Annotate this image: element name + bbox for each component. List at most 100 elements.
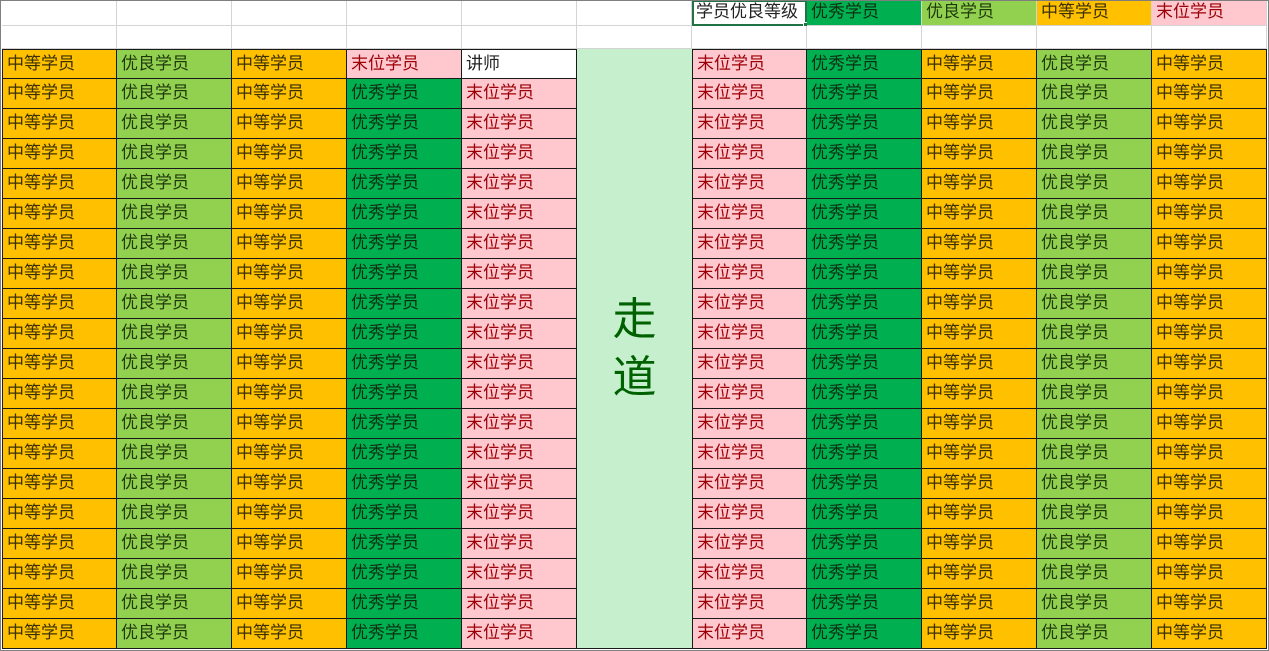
empty-cell[interactable] [577,0,692,26]
teacher-cell[interactable]: 讲师 [462,49,577,79]
student-cell[interactable]: 优良学员 [1037,319,1152,349]
empty-cell[interactable] [2,26,117,49]
student-cell[interactable]: 末位学员 [347,49,462,79]
student-cell[interactable]: 中等学员 [232,559,347,589]
student-cell[interactable]: 优良学员 [117,139,232,169]
student-cell[interactable]: 中等学员 [1152,349,1267,379]
student-cell[interactable]: 优良学员 [117,379,232,409]
student-cell[interactable]: 中等学员 [232,79,347,109]
student-cell[interactable]: 优良学员 [117,109,232,139]
empty-cell[interactable] [922,26,1037,49]
student-cell[interactable]: 优良学员 [1037,589,1152,619]
student-cell[interactable]: 末位学员 [462,79,577,109]
student-cell[interactable]: 末位学员 [462,529,577,559]
student-cell[interactable]: 中等学员 [2,259,117,289]
student-cell[interactable]: 中等学员 [922,289,1037,319]
student-cell[interactable]: 中等学员 [2,349,117,379]
student-cell[interactable]: 末位学员 [692,529,807,559]
student-cell[interactable]: 中等学员 [2,109,117,139]
student-cell[interactable]: 中等学员 [2,499,117,529]
student-cell[interactable]: 末位学员 [692,499,807,529]
student-cell[interactable]: 优良学员 [117,469,232,499]
student-cell[interactable]: 中等学员 [2,379,117,409]
student-cell[interactable]: 中等学员 [2,619,117,649]
student-cell[interactable]: 优良学员 [1037,229,1152,259]
student-cell[interactable]: 中等学员 [922,349,1037,379]
student-cell[interactable]: 中等学员 [232,379,347,409]
student-cell[interactable]: 中等学员 [2,559,117,589]
student-cell[interactable]: 中等学员 [2,319,117,349]
student-cell[interactable]: 末位学员 [462,319,577,349]
student-cell[interactable]: 中等学员 [922,199,1037,229]
student-cell[interactable]: 中等学员 [922,619,1037,649]
student-cell[interactable]: 优良学员 [1037,109,1152,139]
student-cell[interactable]: 中等学员 [1152,49,1267,79]
student-cell[interactable]: 中等学员 [232,199,347,229]
legend-excellent-cell[interactable]: 优秀学员 [807,0,922,26]
student-cell[interactable]: 优良学员 [117,199,232,229]
student-cell[interactable]: 优良学员 [1037,439,1152,469]
student-cell[interactable]: 优秀学员 [347,499,462,529]
student-cell[interactable]: 末位学员 [692,199,807,229]
student-cell[interactable]: 中等学员 [232,349,347,379]
student-cell[interactable]: 优良学员 [1037,259,1152,289]
student-cell[interactable]: 末位学员 [692,559,807,589]
student-cell[interactable]: 中等学员 [1152,499,1267,529]
student-cell[interactable]: 中等学员 [2,529,117,559]
student-cell[interactable]: 中等学员 [922,259,1037,289]
student-cell[interactable]: 末位学员 [462,109,577,139]
student-cell[interactable]: 优良学员 [117,559,232,589]
student-cell[interactable]: 末位学员 [692,169,807,199]
student-cell[interactable]: 中等学员 [922,49,1037,79]
student-cell[interactable]: 末位学员 [692,439,807,469]
student-cell[interactable]: 优良学员 [117,619,232,649]
student-cell[interactable]: 优良学员 [117,229,232,259]
student-cell[interactable]: 中等学员 [2,469,117,499]
student-cell[interactable]: 末位学员 [692,289,807,319]
student-cell[interactable]: 中等学员 [922,529,1037,559]
student-cell[interactable]: 中等学员 [1152,289,1267,319]
student-cell[interactable]: 末位学员 [462,169,577,199]
student-cell[interactable]: 末位学员 [692,469,807,499]
student-cell[interactable]: 中等学员 [1152,199,1267,229]
student-cell[interactable]: 末位学员 [692,349,807,379]
student-cell[interactable]: 中等学员 [2,79,117,109]
student-cell[interactable]: 优秀学员 [807,559,922,589]
student-cell[interactable]: 中等学员 [922,559,1037,589]
student-cell[interactable]: 优秀学员 [347,349,462,379]
empty-cell[interactable] [2,0,117,26]
student-cell[interactable]: 优秀学员 [807,469,922,499]
student-cell[interactable]: 中等学员 [1152,79,1267,109]
student-cell[interactable]: 优秀学员 [807,619,922,649]
student-cell[interactable]: 优良学员 [117,49,232,79]
student-cell[interactable]: 优良学员 [1037,169,1152,199]
student-cell[interactable]: 优秀学员 [807,49,922,79]
legend-header-cell[interactable]: 学员优良等级 [692,0,807,26]
student-cell[interactable]: 优秀学员 [347,379,462,409]
student-cell[interactable]: 末位学员 [462,619,577,649]
student-cell[interactable]: 中等学员 [2,169,117,199]
student-cell[interactable]: 中等学员 [232,229,347,259]
student-cell[interactable]: 优秀学员 [347,469,462,499]
student-cell[interactable]: 末位学员 [462,199,577,229]
legend-average-cell[interactable]: 中等学员 [1037,0,1152,26]
student-cell[interactable]: 优秀学员 [807,589,922,619]
empty-cell[interactable] [232,26,347,49]
student-cell[interactable]: 末位学员 [462,559,577,589]
student-cell[interactable]: 中等学员 [1152,529,1267,559]
student-cell[interactable]: 优秀学员 [347,319,462,349]
student-cell[interactable]: 优良学员 [1037,289,1152,319]
student-cell[interactable]: 中等学员 [922,229,1037,259]
student-cell[interactable]: 末位学员 [692,49,807,79]
student-cell[interactable]: 优秀学员 [807,79,922,109]
student-cell[interactable]: 中等学员 [922,139,1037,169]
student-cell[interactable]: 优秀学员 [347,199,462,229]
student-cell[interactable]: 末位学员 [462,499,577,529]
student-cell[interactable]: 优秀学员 [807,199,922,229]
student-cell[interactable]: 中等学员 [232,109,347,139]
student-cell[interactable]: 优良学员 [117,259,232,289]
student-cell[interactable]: 优秀学员 [807,169,922,199]
student-cell[interactable]: 末位学员 [462,589,577,619]
empty-cell[interactable] [1037,26,1152,49]
student-cell[interactable]: 中等学员 [1152,259,1267,289]
